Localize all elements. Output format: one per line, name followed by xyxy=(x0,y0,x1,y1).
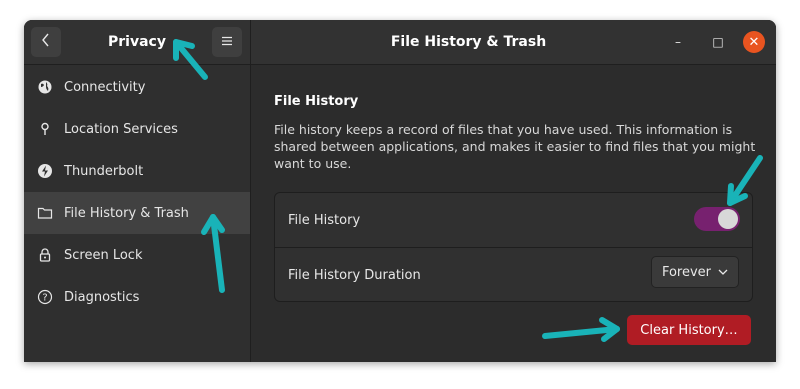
clear-history-button[interactable]: Clear History… xyxy=(627,315,751,345)
location-pin-icon xyxy=(36,120,54,138)
sidebar-item-file-history-trash[interactable]: File History & Trash xyxy=(24,192,250,234)
duration-label: File History Duration xyxy=(288,267,421,283)
sidebar-header: Privacy xyxy=(24,20,250,65)
svg-text:?: ? xyxy=(42,293,47,304)
sidebar-item-label: Diagnostics xyxy=(64,289,140,305)
thunderbolt-icon xyxy=(36,162,54,180)
minimize-button[interactable]: – xyxy=(667,31,689,53)
sidebar-item-label: Location Services xyxy=(64,121,178,137)
sidebar-item-label: Screen Lock xyxy=(64,247,143,263)
file-history-row: File History xyxy=(275,193,752,248)
duration-value: Forever xyxy=(661,264,711,280)
minimize-icon: – xyxy=(675,35,681,49)
chevron-down-icon xyxy=(718,267,728,278)
menu-button[interactable] xyxy=(212,27,242,57)
sidebar-item-label: Thunderbolt xyxy=(64,163,144,179)
hamburger-menu-icon xyxy=(221,34,233,50)
close-icon: ✕ xyxy=(748,34,760,50)
help-circle-icon: ? xyxy=(36,288,54,306)
main-header: File History & Trash – □ ✕ xyxy=(251,20,776,65)
maximize-button[interactable]: □ xyxy=(707,31,729,53)
sidebar-list: Connectivity Location Services Thunderbo… xyxy=(24,66,250,318)
chevron-left-icon xyxy=(41,33,51,51)
folder-icon xyxy=(36,204,54,222)
file-history-toggle[interactable] xyxy=(694,207,740,231)
section-description: File history keeps a record of files tha… xyxy=(274,122,756,171)
settings-window: Privacy Connectivity Location Services T… xyxy=(24,20,776,362)
section-title: File History xyxy=(274,94,359,109)
sidebar-item-diagnostics[interactable]: ? Diagnostics xyxy=(24,276,250,318)
sidebar-item-location-services[interactable]: Location Services xyxy=(24,108,250,150)
sidebar-item-screen-lock[interactable]: Screen Lock xyxy=(24,234,250,276)
sidebar-item-label: Connectivity xyxy=(64,79,146,95)
maximize-icon: □ xyxy=(712,35,724,49)
toggle-knob xyxy=(718,209,738,229)
sidebar: Privacy Connectivity Location Services T… xyxy=(24,20,251,362)
duration-dropdown[interactable]: Forever xyxy=(650,256,739,288)
globe-icon xyxy=(36,78,54,96)
back-button[interactable] xyxy=(31,27,61,57)
lock-icon xyxy=(36,246,54,264)
file-history-label: File History xyxy=(288,212,361,228)
main-panel: File History & Trash – □ ✕ File History … xyxy=(251,20,776,362)
page-title: File History & Trash xyxy=(390,34,547,50)
sidebar-item-connectivity[interactable]: Connectivity xyxy=(24,66,250,108)
sidebar-item-thunderbolt[interactable]: Thunderbolt xyxy=(24,150,250,192)
settings-panel: File History File History Duration Forev… xyxy=(274,192,753,302)
close-button[interactable]: ✕ xyxy=(743,31,765,53)
duration-row: File History Duration Forever xyxy=(275,248,752,302)
sidebar-item-label: File History & Trash xyxy=(64,205,189,221)
sidebar-title: Privacy xyxy=(108,34,166,50)
